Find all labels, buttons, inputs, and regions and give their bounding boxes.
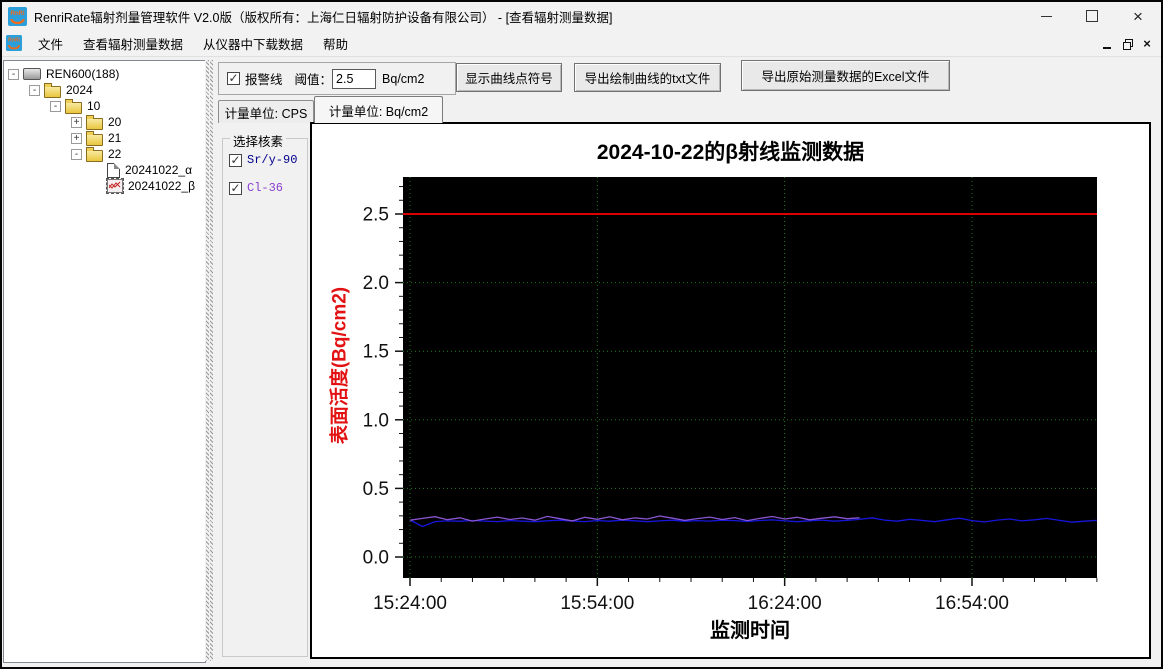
menu-item-0[interactable]: 文件 [28, 30, 73, 57]
x-tick-label: 15:24:00 [373, 593, 447, 614]
device-icon [23, 68, 41, 80]
close-icon[interactable]: × [1115, 2, 1161, 30]
expand-icon[interactable]: + [71, 132, 82, 144]
x-tick-label: 16:24:00 [748, 593, 822, 614]
collapse-icon[interactable]: - [29, 84, 40, 96]
nuclide-label: Cl-36 [247, 181, 284, 195]
nuclide-row-cl-36: ✓ Cl-36 [229, 181, 307, 195]
window-title: RenriRate辐射剂量管理软件 V2.0版（版权所有：上海仁日辐射防护设备有… [34, 10, 613, 25]
export-txt-button[interactable]: 导出绘制曲线的txt文件 [574, 63, 721, 92]
mdi-child-icon: RnRi [6, 35, 22, 51]
x-tick-label: 16:54:00 [935, 593, 1009, 614]
show-curve-points-button[interactable]: 显示曲线点符号 [456, 63, 562, 92]
tree-item-label: 2024 [66, 83, 93, 97]
window-controls: × [1023, 2, 1161, 30]
tree-item-label: REN600(188) [46, 67, 120, 81]
folder-icon [86, 146, 103, 162]
tab-unit-cps[interactable]: 计量单位: CPS [218, 100, 314, 123]
folder-icon [44, 82, 61, 98]
tree-item[interactable]: - 2024 [4, 82, 205, 98]
menu-bar: RnRi 文件 查看辐射测量数据 从仪器中下载数据 帮助 × [2, 30, 1161, 57]
nuclide-group-title: 选择核素 [230, 131, 287, 150]
document-icon [107, 162, 120, 178]
threshold-input[interactable] [332, 68, 377, 89]
tree-item[interactable]: +20 [4, 114, 205, 130]
menu-items: 文件 查看辐射测量数据 从仪器中下载数据 帮助 [28, 30, 358, 57]
tree-item-label: 20 [108, 115, 122, 129]
tree-item-label: 21 [108, 131, 122, 145]
chart-panel: 2024-10-22的β射线监测数据 15:24:00 15:54:00 16:24… [310, 122, 1151, 659]
alarm-line-label: 报警线 [245, 73, 283, 87]
nuclide-groupbox: 选择核素 ✓ Sr/y-90 ✓ Cl-36 [222, 131, 308, 657]
collapse-icon[interactable]: - [71, 148, 82, 160]
y-tick-label: 2.0 [363, 273, 389, 294]
svg-text:RnRi: RnRi [11, 11, 25, 17]
title-bar: RnRi RenriRate辐射剂量管理软件 V2.0版（版权所有：上海仁日辐射… [2, 2, 1161, 30]
expand-icon[interactable]: + [71, 116, 82, 128]
mdi-restore-icon[interactable] [1117, 34, 1137, 52]
nuclide-label: Sr/y-90 [247, 153, 298, 167]
mdi-minimize-icon[interactable] [1097, 34, 1117, 52]
app-window: RnRi RenriRate辐射剂量管理软件 V2.0版（版权所有：上海仁日辐射… [2, 2, 1161, 667]
tree-item-label: 20241022_β [128, 179, 195, 193]
threshold-unit-label: Bq/cm2 [382, 71, 425, 86]
y-tick-label: 2.5 [363, 205, 389, 226]
tree-item[interactable]: +21 [4, 130, 205, 146]
chart-title: 2024-10-22的β射线监测数据 [596, 141, 865, 164]
mdi-close-icon[interactable]: × [1137, 34, 1157, 52]
chart-svg: 15:24:00 15:54:00 16:24:00 16:54:00 0.0 0.5 1.… [363, 177, 1098, 614]
folder-icon [86, 130, 103, 146]
y-tick-label: 1.0 [363, 410, 389, 431]
y-tick-label: 0.5 [363, 479, 389, 500]
threshold-label: 阈值： [294, 73, 333, 87]
collapse-icon[interactable]: - [8, 68, 19, 80]
chart-y-axis-label: 表面活度(Bq/cm2) [329, 286, 351, 445]
device-tree-panel: - REN600(188) -2024-10 +20 +21-22 20241022_α 2… [3, 60, 206, 663]
nuclide-checkbox[interactable]: ✓ [229, 153, 242, 167]
minimize-icon[interactable] [1023, 2, 1069, 30]
app-logo-icon: RnRi [8, 6, 27, 26]
collapse-icon[interactable]: - [50, 100, 61, 112]
menu-item-2[interactable]: 从仪器中下载数据 [193, 30, 313, 57]
chart-file-icon [106, 178, 124, 194]
nuclide-items: ✓ Sr/y-90 ✓ Cl-36 [223, 153, 307, 195]
menu-item-3[interactable]: 帮助 [313, 30, 358, 57]
tree-item[interactable]: 20241022_β [4, 178, 205, 194]
folder-icon [65, 98, 82, 114]
y-tick-label: 0.0 [363, 548, 389, 569]
nuclide-row-sr-y-90: ✓ Sr/y-90 [229, 153, 307, 167]
nuclide-checkbox[interactable]: ✓ [229, 181, 242, 195]
y-tick-label: 1.5 [363, 342, 389, 363]
tree-item[interactable]: - 10 [4, 98, 205, 114]
tree-item-label: 22 [108, 147, 122, 161]
chart-x-axis-label: 监测时间 [710, 620, 790, 642]
folder-icon [86, 114, 103, 130]
x-tick-label: 15:54:00 [560, 593, 634, 614]
alarm-line-checkbox[interactable]: ✓ [227, 72, 240, 85]
tree-item[interactable]: 20241022_α [4, 162, 205, 178]
tree-item-label: 20241022_α [125, 163, 193, 177]
maximize-icon[interactable] [1069, 2, 1115, 30]
tree-item[interactable]: - 22 [4, 146, 205, 162]
svg-text:RnRi: RnRi [8, 38, 20, 44]
menu-item-1[interactable]: 查看辐射测量数据 [73, 30, 193, 57]
tab-unit-bqcm2[interactable]: 计量单位: Bq/cm2 [314, 96, 443, 123]
tree-item-label: 10 [87, 99, 101, 113]
alarm-settings-panel: ✓ 报警线 阈值： Bq/cm2 [218, 62, 456, 95]
export-excel-button[interactable]: 导出原始测量数据的Excel文件 [741, 60, 950, 91]
splitter-handle[interactable] [205, 60, 215, 661]
plot-area [403, 177, 1097, 578]
mdi-window-controls: × [1097, 30, 1157, 56]
tree-item[interactable]: - REN600(188) [4, 66, 205, 82]
